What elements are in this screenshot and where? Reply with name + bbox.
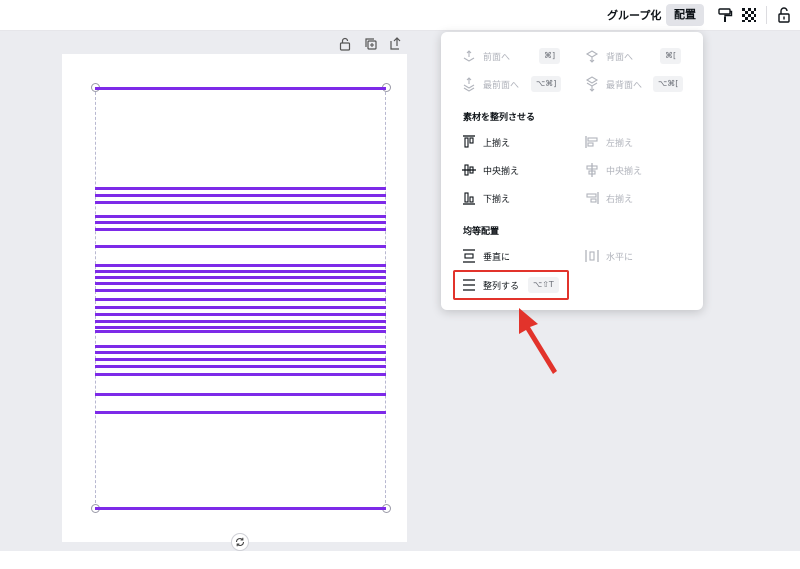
distribute-vertical-icon <box>461 248 477 264</box>
send-to-back-icon <box>584 76 600 92</box>
shortcut-badge: ⌘[ <box>660 48 682 64</box>
purple-line[interactable] <box>95 306 386 309</box>
purple-line[interactable] <box>95 320 386 323</box>
purple-line[interactable] <box>95 313 386 316</box>
menu-item-distribute-vertical[interactable]: 垂直に <box>461 246 510 266</box>
top-toolbar: グループ化 配置 <box>0 0 800 31</box>
purple-line[interactable] <box>95 228 386 231</box>
menu-item-align-center[interactable]: 中央揃え <box>584 160 642 180</box>
transparency-icon[interactable] <box>740 6 758 24</box>
purple-line[interactable] <box>95 365 386 368</box>
toolbar-divider <box>766 6 767 24</box>
menu-item-align-middle[interactable]: 中央揃え <box>461 160 519 180</box>
group-button[interactable]: グループ化 <box>607 7 661 24</box>
shortcut-badge: ⌥⌘[ <box>653 76 684 92</box>
send-backward-icon <box>584 48 600 64</box>
menu-item-bring-to-front[interactable]: 最前面へ <box>461 74 519 94</box>
purple-line[interactable] <box>95 411 386 414</box>
purple-line[interactable] <box>95 289 386 292</box>
lock-icon[interactable] <box>338 36 352 55</box>
purple-line[interactable] <box>95 507 386 510</box>
purple-line[interactable] <box>95 194 386 197</box>
lock-icon[interactable] <box>775 6 793 24</box>
rotate-handle[interactable] <box>231 533 249 551</box>
purple-line[interactable] <box>95 326 386 329</box>
purple-line[interactable] <box>95 351 386 354</box>
purple-line[interactable] <box>95 187 386 190</box>
highlight-box <box>453 270 569 300</box>
duplicate-icon[interactable] <box>364 36 378 55</box>
shortcut-badge: ⌥⌘] <box>531 76 562 92</box>
menu-item-align-top[interactable]: 上揃え <box>461 132 510 152</box>
purple-line[interactable] <box>95 373 386 376</box>
menu-item-distribute-horizontal[interactable]: 水平に <box>584 246 633 266</box>
bring-forward-icon <box>461 48 477 64</box>
menu-item-send-backward[interactable]: 背面へ <box>584 46 633 66</box>
purple-line[interactable] <box>95 264 386 267</box>
purple-line[interactable] <box>95 245 386 248</box>
purple-line[interactable] <box>95 298 386 301</box>
purple-line[interactable] <box>95 282 386 285</box>
align-section-title: 素材を整列させる <box>463 113 536 123</box>
distribute-section-title: 均等配置 <box>463 227 500 237</box>
distribute-horizontal-icon <box>584 248 600 264</box>
align-middle-icon <box>461 162 477 178</box>
purple-line[interactable] <box>95 201 386 204</box>
purple-line[interactable] <box>95 276 386 279</box>
red-arrow-icon <box>510 305 560 379</box>
purple-line[interactable] <box>95 345 386 348</box>
align-center-icon <box>584 162 600 178</box>
purple-line[interactable] <box>95 330 386 333</box>
menu-item-bring-forward[interactable]: 前面へ <box>461 46 510 66</box>
align-top-icon <box>461 134 477 150</box>
purple-line[interactable] <box>95 87 386 90</box>
purple-line[interactable] <box>95 358 386 361</box>
add-page-icon[interactable] <box>389 36 403 55</box>
menu-item-send-to-back[interactable]: 最背面へ <box>584 74 642 94</box>
align-bottom-icon <box>461 190 477 206</box>
purple-line[interactable] <box>95 221 386 224</box>
menu-item-align-right[interactable]: 右揃え <box>584 188 633 208</box>
purple-line[interactable] <box>95 393 386 396</box>
align-left-icon <box>584 134 600 150</box>
bottom-bar <box>0 551 800 569</box>
align-right-icon <box>584 190 600 206</box>
purple-line[interactable] <box>95 215 386 218</box>
arrange-button[interactable]: 配置 <box>666 4 704 26</box>
menu-item-align-left[interactable]: 左揃え <box>584 132 633 152</box>
paint-roller-icon[interactable] <box>716 6 734 24</box>
shortcut-badge: ⌘] <box>539 48 561 64</box>
bring-to-front-icon <box>461 76 477 92</box>
purple-line[interactable] <box>95 270 386 273</box>
menu-item-align-bottom[interactable]: 下揃え <box>461 188 510 208</box>
